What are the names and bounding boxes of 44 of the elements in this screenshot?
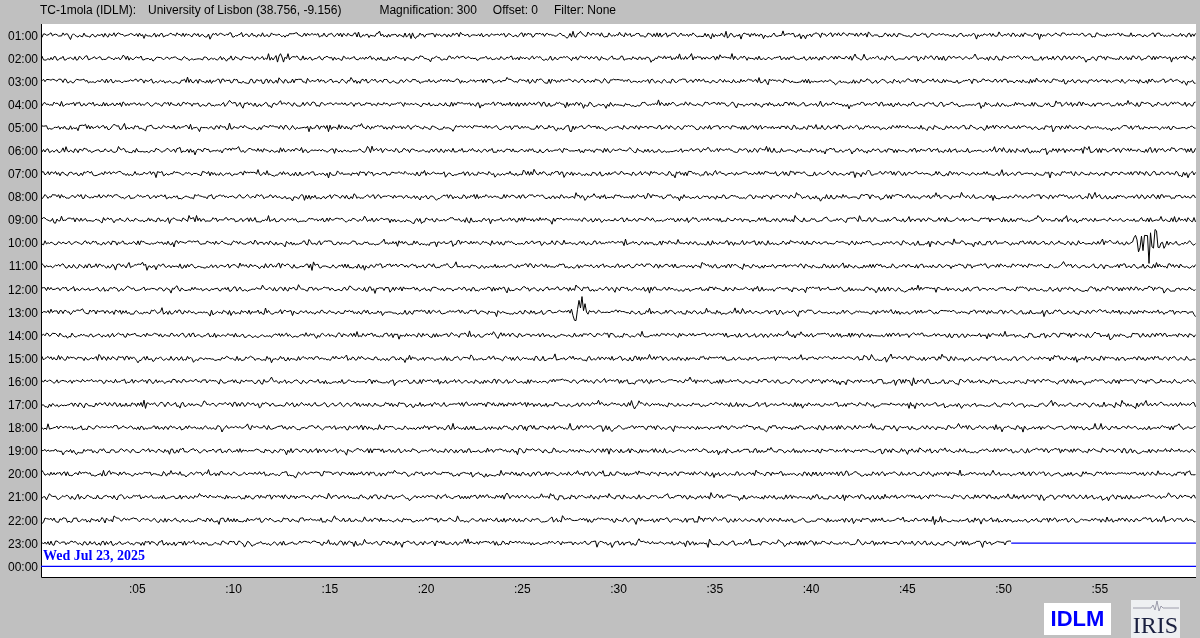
time-tick-label: :25	[513, 582, 531, 597]
station-logo: IDLM	[1044, 603, 1111, 636]
hour-label: 14:00	[7, 328, 38, 343]
hour-label: 05:00	[7, 120, 38, 135]
hour-label: 08:00	[7, 190, 38, 205]
hour-label: 06:00	[7, 144, 38, 158]
hour-label: 21:00	[7, 490, 38, 505]
time-tick-label: :10	[225, 582, 242, 597]
time-tick-label: :55	[1091, 582, 1109, 597]
hour-label: 20:00	[7, 467, 38, 482]
hour-label: 22:00	[7, 513, 38, 528]
date-label: Wed Jul 23, 2025	[43, 548, 145, 564]
time-tick-label: :50	[995, 582, 1012, 597]
hour-label: 07:00	[7, 167, 38, 182]
filter-label: Filter: None	[554, 3, 617, 17]
time-tick-label: :40	[802, 582, 820, 597]
hour-label: 13:00	[7, 305, 38, 320]
hour-label: 10:00	[7, 236, 38, 251]
hour-label: 15:00	[7, 351, 38, 366]
offset-label: Offset: 0	[492, 3, 538, 17]
time-tick-label: :35	[706, 582, 724, 597]
station-name: TC-1mola (IDLM):	[40, 3, 136, 17]
network-logo: IRIS	[1131, 600, 1180, 638]
time-tick-label: :45	[898, 582, 916, 597]
hour-label: 11:00	[8, 259, 38, 274]
hour-label: 23:00	[7, 536, 38, 551]
hour-label: 02:00	[7, 51, 38, 66]
hour-label: 19:00	[7, 444, 38, 459]
hour-label: 18:00	[7, 421, 38, 436]
station-location: University of Lisbon (38.756, -9.156)	[148, 3, 342, 17]
hour-label: 16:00	[7, 374, 38, 389]
hour-label: 17:00	[7, 398, 38, 413]
hour-label: 00:00	[7, 559, 38, 574]
time-tick-label: :20	[417, 582, 435, 597]
time-tick-label: :15	[321, 582, 339, 597]
hour-label: 01:00	[7, 28, 38, 43]
time-tick-label: :05	[128, 582, 146, 597]
hour-label: 09:00	[7, 213, 38, 228]
hour-label: 04:00	[7, 97, 38, 112]
hour-label: 12:00	[7, 282, 38, 297]
magnification-label: Magnification: 300	[379, 3, 477, 17]
seismic-wave-icon	[1132, 600, 1179, 613]
hour-label: 03:00	[7, 74, 38, 89]
time-tick-label: :30	[610, 582, 627, 597]
